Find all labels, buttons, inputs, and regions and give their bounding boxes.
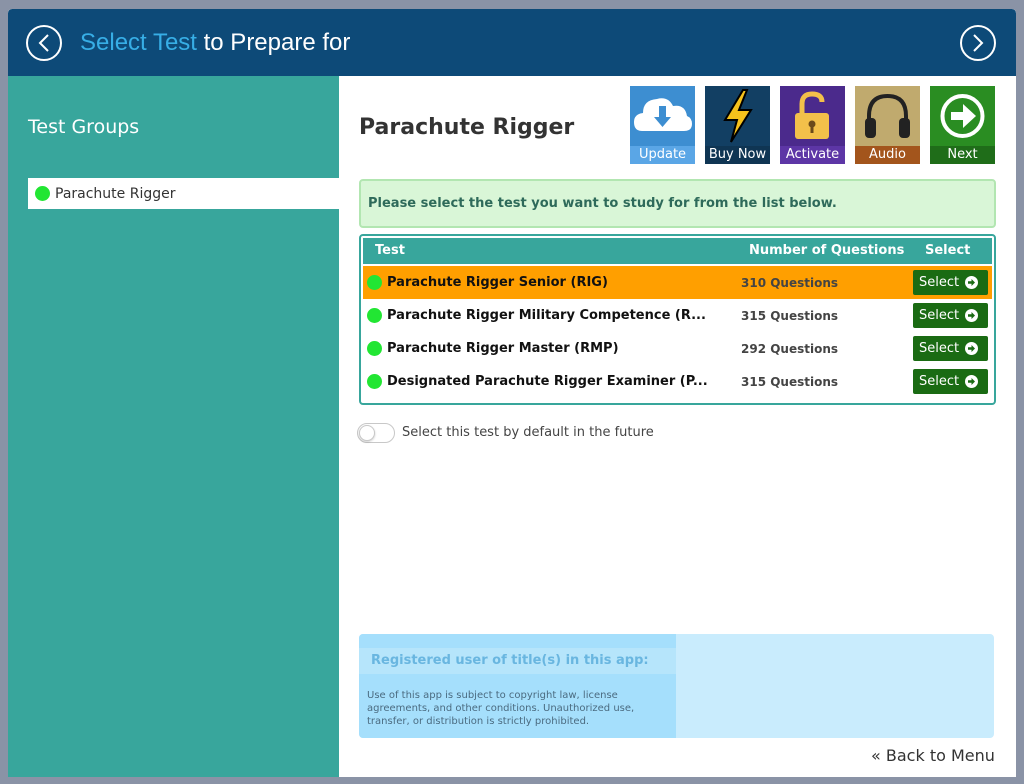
arrow-right-circle-icon xyxy=(940,94,985,138)
back-to-menu-label: Back to Menu xyxy=(885,746,995,765)
arrow-right-circle-icon xyxy=(965,309,978,322)
next-button[interactable]: Next xyxy=(930,86,995,164)
title-accent: Select Test xyxy=(80,29,197,56)
table-row[interactable]: Designated Parachute Rigger Examiner (P.… xyxy=(363,365,992,398)
chevron-left-icon xyxy=(38,34,49,52)
instruction-text: Please select the test you want to study… xyxy=(368,196,837,211)
arrow-right-circle-icon xyxy=(965,276,978,289)
unlock-icon xyxy=(795,91,829,139)
select-button[interactable]: Select xyxy=(913,369,988,394)
default-toggle[interactable] xyxy=(357,423,395,443)
select-button[interactable]: Select xyxy=(913,270,988,295)
registration-heading: Registered user of title(s) in this app: xyxy=(371,653,649,668)
buy-now-button[interactable]: Buy Now xyxy=(705,86,770,164)
test-table: Test Number of Questions Select Parachut… xyxy=(359,234,996,405)
update-button[interactable]: Update xyxy=(630,86,695,164)
test-name: Parachute Rigger Master (RMP) xyxy=(387,341,619,356)
chevron-right-icon xyxy=(973,34,984,52)
app-window: Select Test to Prepare for Test Groups P… xyxy=(8,9,1016,777)
table-row[interactable]: Parachute Rigger Master (RMP) 292 Questi… xyxy=(363,332,992,365)
status-dot xyxy=(367,341,382,356)
instruction-banner: Please select the test you want to study… xyxy=(359,179,996,228)
select-button-label: Select xyxy=(919,341,960,356)
question-count: 315 Questions xyxy=(741,309,839,323)
table-row[interactable]: Parachute Rigger Senior (RIG) 310 Questi… xyxy=(363,266,992,299)
select-button[interactable]: Select xyxy=(913,336,988,361)
headphones-icon xyxy=(865,93,910,138)
status-dot xyxy=(367,308,382,323)
lightning-bolt-icon xyxy=(723,89,753,143)
double-chevron-left-icon: « xyxy=(871,746,881,765)
back-button[interactable] xyxy=(26,25,62,61)
column-header-test: Test xyxy=(375,243,405,258)
activate-button[interactable]: Activate xyxy=(780,86,845,164)
activate-label: Activate xyxy=(780,146,845,164)
default-toggle-label: Select this test by default in the futur… xyxy=(402,425,654,440)
question-count: 310 Questions xyxy=(741,276,839,290)
sidebar: Test Groups Parachute Rigger xyxy=(8,76,339,777)
test-name: Designated Parachute Rigger Examiner (P.… xyxy=(387,374,708,389)
registration-heading-bar: Registered user of title(s) in this app: xyxy=(359,648,676,674)
select-button-label: Select xyxy=(919,374,960,389)
back-to-menu-link[interactable]: « Back to Menu xyxy=(871,746,995,765)
column-header-select: Select xyxy=(925,243,971,258)
next-label: Next xyxy=(930,146,995,164)
arrow-right-circle-icon xyxy=(965,375,978,388)
toggle-knob xyxy=(359,425,375,441)
select-button-label: Select xyxy=(919,308,960,323)
arrow-right-circle-icon xyxy=(965,342,978,355)
page-title: Select Test to Prepare for xyxy=(80,29,350,57)
cloud-download-icon xyxy=(634,98,692,131)
select-button[interactable]: Select xyxy=(913,303,988,328)
column-header-count: Number of Questions xyxy=(749,243,905,258)
forward-button[interactable] xyxy=(960,25,996,61)
status-dot xyxy=(35,186,50,201)
table-row[interactable]: Parachute Rigger Military Competence (R.… xyxy=(363,299,992,332)
test-name: Parachute Rigger Senior (RIG) xyxy=(387,275,608,290)
status-dot xyxy=(367,275,382,290)
update-label: Update xyxy=(630,146,695,164)
audio-label: Audio xyxy=(855,146,920,164)
registration-panel: Registered user of title(s) in this app:… xyxy=(359,634,994,738)
sidebar-item-label: Parachute Rigger xyxy=(55,186,176,202)
default-toggle-row: Select this test by default in the futur… xyxy=(357,423,757,445)
status-dot xyxy=(367,374,382,389)
title-rest: to Prepare for xyxy=(196,29,351,56)
title-bar: Select Test to Prepare for xyxy=(8,9,1016,76)
test-name: Parachute Rigger Military Competence (R.… xyxy=(387,308,706,323)
copyright-notice: Use of this app is subject to copyright … xyxy=(367,690,635,727)
question-count: 315 Questions xyxy=(741,375,839,389)
group-title: Parachute Rigger xyxy=(359,115,575,140)
registration-info: Registered user of title(s) in this app:… xyxy=(359,634,676,738)
sidebar-heading: Test Groups xyxy=(28,116,140,138)
sidebar-item-parachute-rigger[interactable]: Parachute Rigger xyxy=(28,178,339,209)
buy-now-label: Buy Now xyxy=(705,146,770,164)
question-count: 292 Questions xyxy=(741,342,839,356)
table-header: Test Number of Questions Select xyxy=(363,238,992,264)
audio-button[interactable]: Audio xyxy=(855,86,920,164)
select-button-label: Select xyxy=(919,275,960,290)
